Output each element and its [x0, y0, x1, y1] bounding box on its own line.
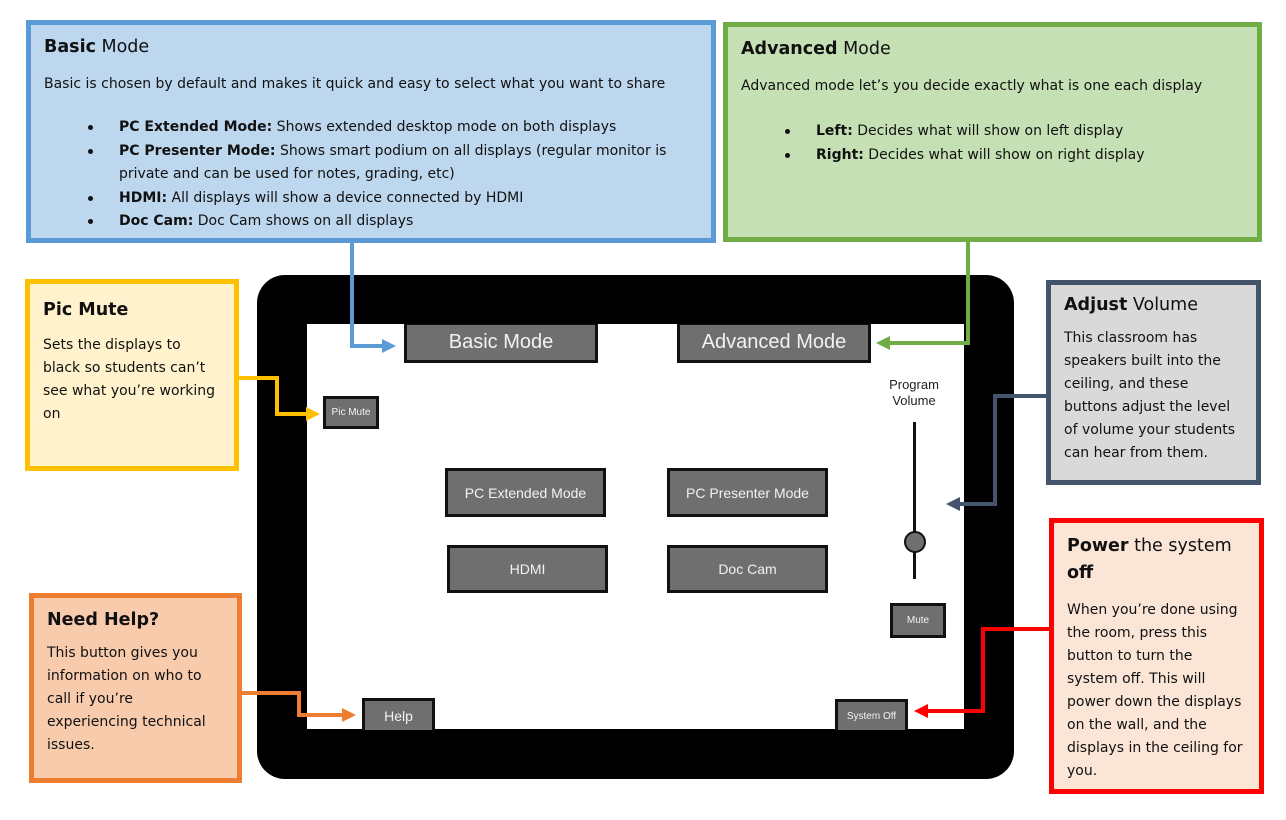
callout-body: When you’re done using the room, press t…	[1067, 602, 1243, 779]
hdmi-button[interactable]: HDMI	[447, 545, 608, 593]
callout-intro: Basic is chosen by default and makes it …	[44, 76, 666, 92]
callout-body: Sets the displays to black so students c…	[43, 337, 216, 422]
volume-label-line2: Volume	[892, 393, 936, 408]
list-item: PC Extended Mode: Shows extended desktop…	[88, 116, 698, 140]
help-button[interactable]: Help	[362, 698, 435, 730]
title-bold: Power	[1067, 536, 1129, 556]
title-rest: Volume	[1127, 295, 1198, 315]
touch-panel-screen	[307, 324, 964, 729]
title-bold: Advanced	[741, 39, 838, 59]
title-bold-2: off	[1067, 563, 1094, 583]
need-help-callout: Need Help? This button gives you informa…	[29, 593, 242, 783]
title-bold: Basic	[44, 37, 96, 57]
item-term: Right:	[816, 146, 864, 163]
list-item: PC Presenter Mode: Shows smart podium on…	[88, 140, 698, 187]
basic-mode-callout: Basic Mode Basic is chosen by default an…	[26, 20, 716, 243]
item-term: PC Extended Mode:	[119, 119, 273, 135]
pc-presenter-mode-button[interactable]: PC Presenter Mode	[667, 468, 828, 517]
title-mid: the system	[1128, 536, 1232, 556]
callout-body: This button gives you information on who…	[47, 645, 206, 753]
doc-cam-button[interactable]: Doc Cam	[667, 545, 828, 593]
item-desc: All displays will show a device connecte…	[167, 189, 524, 206]
callout-body: This classroom has speakers built into t…	[1064, 330, 1236, 461]
title-rest: Mode	[837, 39, 891, 59]
volume-slider-track[interactable]	[913, 422, 916, 579]
callout-title: Adjust Volume	[1064, 293, 1243, 317]
power-off-callout: Power the system off When you’re done us…	[1049, 518, 1264, 794]
item-term: Left:	[816, 123, 853, 139]
callout-title: Pic Mute	[43, 300, 129, 320]
title-bold: Adjust	[1064, 295, 1128, 315]
mute-button[interactable]: Mute	[890, 603, 946, 638]
item-desc: Decides what will show on right display	[863, 146, 1145, 163]
adjust-volume-callout: Adjust Volume This classroom has speaker…	[1046, 280, 1261, 485]
item-desc: Shows extended desktop mode on both disp…	[272, 119, 617, 135]
basic-mode-list: PC Extended Mode: Shows extended desktop…	[44, 116, 698, 234]
list-item: Doc Cam: Doc Cam shows on all displays	[88, 210, 698, 234]
system-off-button[interactable]: System Off	[835, 699, 908, 730]
pic-mute-callout: Pic Mute Sets the displays to black so s…	[25, 279, 239, 471]
advanced-mode-list: Left: Decides what will show on left dis…	[741, 120, 1244, 167]
callout-title: Power the system off	[1067, 533, 1246, 587]
item-desc: Doc Cam shows on all displays	[193, 213, 414, 229]
advanced-mode-callout: Advanced Mode Advanced mode let’s you de…	[723, 22, 1262, 242]
volume-label-line1: Program	[889, 377, 939, 392]
item-desc: Decides what will show on left display	[852, 123, 1124, 139]
item-term: HDMI:	[119, 189, 168, 206]
program-volume-label: Program Volume	[872, 377, 956, 409]
pc-extended-mode-button[interactable]: PC Extended Mode	[445, 468, 606, 517]
callout-title: Basic Mode	[44, 35, 698, 59]
callout-title: Need Help?	[47, 610, 160, 630]
title-rest: Mode	[95, 37, 150, 57]
callout-intro: Advanced mode let’s you decide exactly w…	[741, 78, 1203, 94]
list-item: HDMI: All displays will show a device co…	[88, 187, 698, 211]
advanced-mode-button[interactable]: Advanced Mode	[677, 324, 871, 363]
item-term: Doc Cam:	[119, 213, 194, 229]
list-item: Left: Decides what will show on left dis…	[785, 120, 1244, 144]
pic-mute-button[interactable]: Pic Mute	[323, 396, 379, 429]
item-term: PC Presenter Mode:	[119, 142, 276, 159]
list-item: Right: Decides what will show on right d…	[785, 144, 1244, 168]
basic-mode-button[interactable]: Basic Mode	[404, 324, 598, 363]
callout-title: Advanced Mode	[741, 37, 1244, 61]
